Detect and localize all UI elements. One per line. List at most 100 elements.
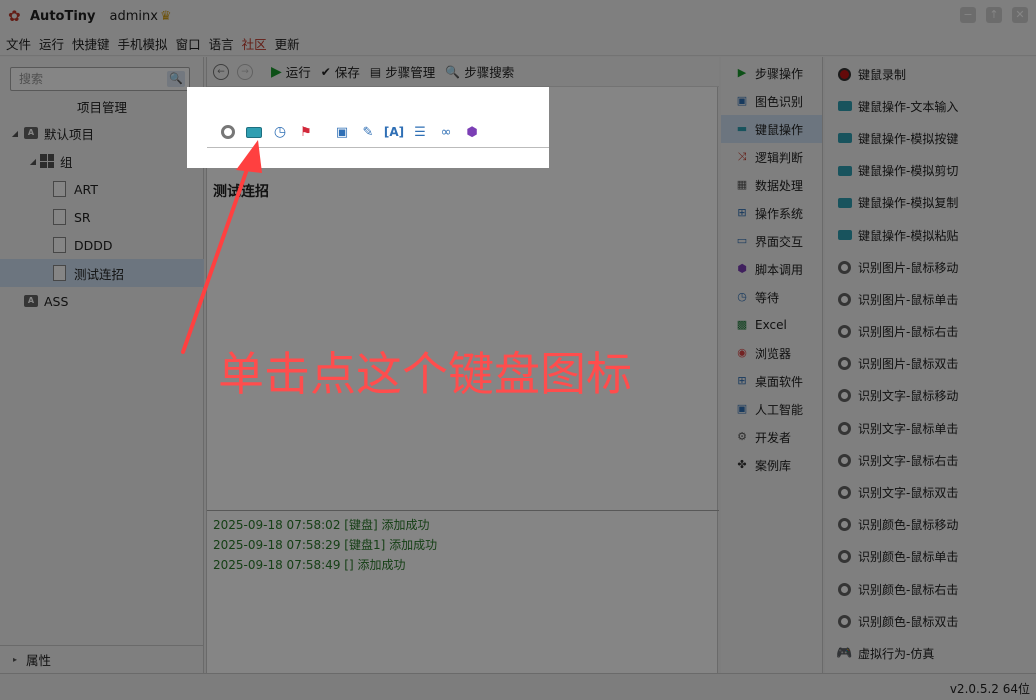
- category-ai[interactable]: ▣ 人工智能: [721, 395, 822, 423]
- category-os[interactable]: ⊞ 操作系统: [721, 199, 822, 227]
- tree-item-ass[interactable]: A ASS: [0, 287, 204, 315]
- category-step-ops[interactable]: ▶ 步骤操作: [721, 59, 822, 87]
- clock-icon[interactable]: ◷: [271, 123, 289, 141]
- mouse-target-icon[interactable]: [219, 123, 237, 141]
- minimize-icon[interactable]: −: [960, 7, 976, 23]
- menu-update[interactable]: 更新: [275, 34, 300, 53]
- target-icon: [837, 518, 852, 532]
- category-keyboard-mouse[interactable]: ▬ 键鼠操作: [721, 115, 822, 143]
- tree-item-file[interactable]: DDDD: [0, 231, 204, 259]
- step-manage-button[interactable]: ▤ 步骤管理: [370, 62, 435, 81]
- monitor-icon: ▣: [736, 402, 748, 415]
- forward-icon[interactable]: →: [237, 63, 253, 80]
- tree-item-file[interactable]: ART: [0, 175, 204, 203]
- app-title: AutoTiny: [30, 8, 96, 24]
- menu-community[interactable]: 社区: [242, 34, 267, 53]
- action-label: 键鼠操作-文本输入: [858, 99, 959, 114]
- tree-item-file[interactable]: SR: [0, 203, 204, 231]
- menu-phone-sim[interactable]: 手机模拟: [118, 34, 168, 53]
- keyboard-icon: [837, 228, 852, 242]
- action-item[interactable]: 识别文字-鼠标双击: [825, 476, 1036, 508]
- category-label: 操作系统: [755, 206, 804, 221]
- category-excel[interactable]: ▩ Excel: [721, 311, 822, 339]
- username[interactable]: adminx: [110, 9, 158, 24]
- action-label: 识别图片-鼠标单击: [858, 292, 959, 307]
- category-image-color[interactable]: ▣ 图色识别: [721, 87, 822, 115]
- action-label: 虚拟行为-仿真: [858, 646, 935, 661]
- tree-item-group[interactable]: ◢ 组: [0, 147, 204, 175]
- action-item[interactable]: 🎮 虚拟行为-仿真: [825, 637, 1036, 669]
- menu-shortcut[interactable]: 快捷键: [72, 34, 110, 53]
- action-item[interactable]: 识别图片-鼠标单击: [825, 283, 1036, 315]
- category-desktop-software[interactable]: ⊞ 桌面软件: [721, 367, 822, 395]
- caret-down-icon[interactable]: ◢: [10, 129, 20, 138]
- properties-toggle[interactable]: ▸ 属性: [0, 645, 204, 673]
- step-action-icons: ◷ ⚑ ▣ ✎ [A] ☰ ∞ ⬢: [219, 123, 489, 141]
- keyboard-icon[interactable]: [245, 123, 263, 141]
- category-data[interactable]: ▦ 数据处理: [721, 171, 822, 199]
- image-icon[interactable]: ▣: [333, 123, 351, 141]
- keyboard-icon: [837, 164, 852, 178]
- maximize-icon[interactable]: ↑: [986, 7, 1002, 23]
- action-item[interactable]: 键鼠操作-模拟按键: [825, 122, 1036, 154]
- search-icon[interactable]: 🔍: [167, 71, 185, 87]
- action-item[interactable]: 识别颜色-鼠标双击: [825, 605, 1036, 637]
- action-item[interactable]: 键鼠操作-模拟复制: [825, 187, 1036, 219]
- action-item[interactable]: 键鼠操作-模拟剪切: [825, 155, 1036, 187]
- back-icon[interactable]: ←: [213, 63, 229, 80]
- menu-language[interactable]: 语言: [209, 34, 234, 53]
- action-item[interactable]: 识别颜色-鼠标右击: [825, 573, 1036, 605]
- editor-toolbar: ← → ▶ 运行 ✔ 保存 ▤ 步骤管理 🔍 步骤搜索: [207, 57, 719, 87]
- action-item[interactable]: 识别文字-鼠标右击: [825, 444, 1036, 476]
- clock-icon: ◷: [737, 290, 747, 303]
- action-item[interactable]: 识别文字-鼠标移动: [825, 380, 1036, 412]
- action-item[interactable]: 识别图片-鼠标右击: [825, 316, 1036, 348]
- action-item[interactable]: 识别颜色-鼠标移动: [825, 509, 1036, 541]
- category-label: 等待: [755, 290, 780, 305]
- save-button[interactable]: ✔ 保存: [321, 62, 360, 81]
- windows-icon: ⊞: [737, 374, 747, 387]
- action-item[interactable]: 键鼠操作-文本输入: [825, 90, 1036, 122]
- keyboard-icon: [837, 99, 852, 113]
- category-examples[interactable]: ✤ 案例库: [721, 451, 822, 479]
- csharp-icon[interactable]: ⬢: [463, 123, 481, 141]
- menu-bar: 文件 运行 快捷键 手机模拟 窗口 语言 社区 更新: [0, 32, 1036, 56]
- run-button[interactable]: ▶ 运行: [271, 62, 311, 81]
- tree-label: ART: [74, 181, 98, 197]
- menu-window[interactable]: 窗口: [176, 34, 201, 53]
- menu-file[interactable]: 文件: [6, 34, 31, 53]
- tree-item-default-project[interactable]: ◢ A 默认项目: [0, 119, 204, 147]
- category-ui-interaction[interactable]: ▭ 界面交互: [721, 227, 822, 255]
- action-item[interactable]: 识别图片-鼠标双击: [825, 348, 1036, 380]
- caret-down-icon[interactable]: ◢: [28, 157, 38, 166]
- step-search-button[interactable]: 🔍 步骤搜索: [445, 62, 514, 81]
- category-script-call[interactable]: ⬢ 脚本调用: [721, 255, 822, 283]
- action-item[interactable]: 键鼠录制: [825, 58, 1036, 90]
- flag-icon[interactable]: ⚑: [297, 123, 315, 141]
- close-icon[interactable]: ✕: [1012, 7, 1028, 23]
- category-wait[interactable]: ◷ 等待: [721, 283, 822, 311]
- image-icon: ▣: [736, 94, 748, 107]
- category-developer[interactable]: ⚙ 开发者: [721, 423, 822, 451]
- action-label: 识别颜色-鼠标移动: [858, 518, 959, 533]
- action-item[interactable]: 识别文字-鼠标单击: [825, 412, 1036, 444]
- category-label: 键鼠操作: [755, 122, 804, 137]
- project-pane: 🔍 项目管理 ◢ A 默认项目 ◢ 组 ART SR: [0, 57, 204, 673]
- target-icon: [837, 325, 852, 339]
- color-picker-icon[interactable]: ✎: [359, 123, 377, 141]
- text-recognition-icon[interactable]: [A]: [384, 123, 404, 141]
- category-browser[interactable]: ◉ 浏览器: [721, 339, 822, 367]
- file-icon: [53, 181, 66, 197]
- search-input[interactable]: [11, 68, 161, 90]
- action-item[interactable]: 识别图片-鼠标移动: [825, 251, 1036, 283]
- developer-icon: ⚙: [737, 430, 747, 443]
- category-logic[interactable]: ⤨ 逻辑判断: [721, 143, 822, 171]
- action-item[interactable]: 键鼠操作-模拟粘贴: [825, 219, 1036, 251]
- link-icon[interactable]: ∞: [437, 123, 455, 141]
- settings-sliders-icon[interactable]: ☰: [411, 123, 429, 141]
- caret-right-icon[interactable]: ▸: [10, 655, 20, 664]
- action-label: 识别图片-鼠标双击: [858, 357, 959, 372]
- menu-run[interactable]: 运行: [39, 34, 64, 53]
- tree-item-file-selected[interactable]: 测试连招: [0, 259, 204, 287]
- action-item[interactable]: 识别颜色-鼠标单击: [825, 541, 1036, 573]
